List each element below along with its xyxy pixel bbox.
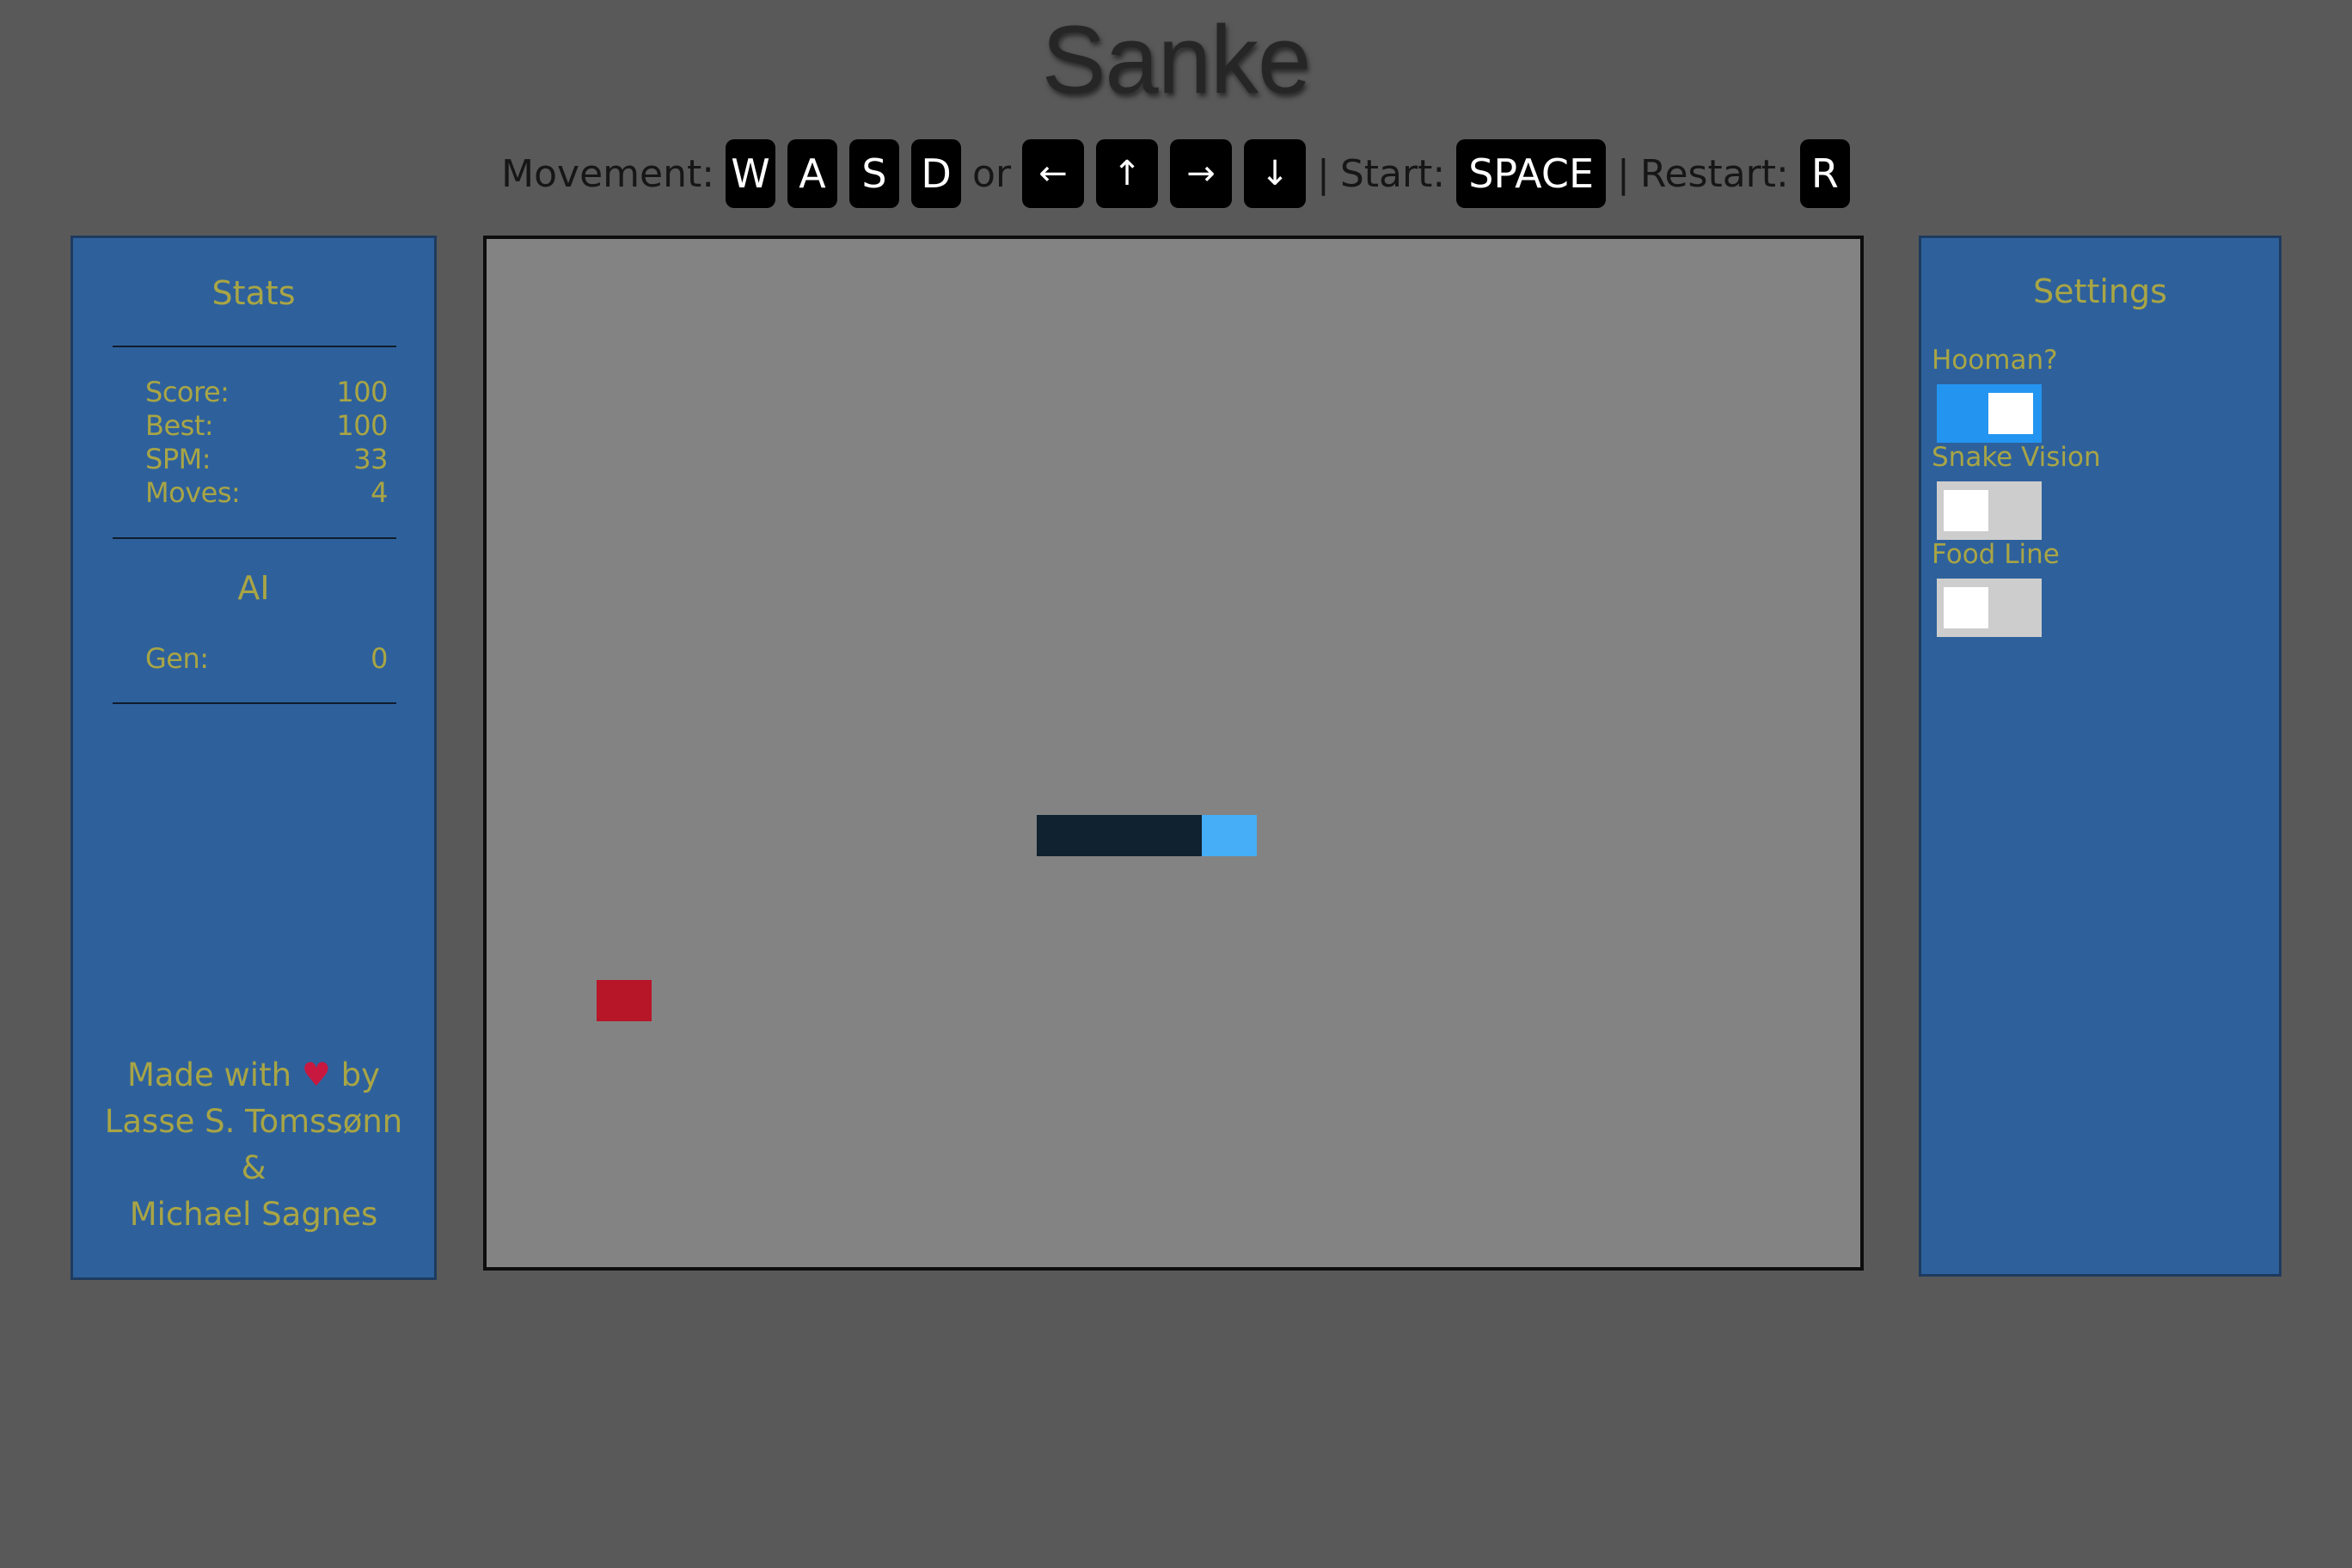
credits-line-1: Made with ♥ by <box>73 1051 434 1099</box>
key-down-arrow-icon: ↓ <box>1244 139 1307 208</box>
stat-label: SPM: <box>145 443 211 475</box>
ai-heading: AI <box>237 569 270 607</box>
start-label: Start: <box>1339 151 1446 196</box>
key-a: A <box>787 139 838 208</box>
author-2: Michael Sagnes <box>129 1196 378 1233</box>
setting-label-food-line: Food Line <box>1932 539 2060 570</box>
separator: | <box>1617 151 1630 196</box>
toggle-knob <box>1944 587 1988 628</box>
snake-head <box>1202 815 1257 856</box>
setting-label-snake-vision: Snake Vision <box>1932 442 2101 473</box>
settings-panel: Settings Hooman? Snake Vision Food Line <box>1919 236 2282 1277</box>
snake-body <box>1037 815 1202 856</box>
hooman-toggle[interactable] <box>1937 384 2042 443</box>
stats-panel: Stats Score: 100 Best: 100 SPM: 33 Moves… <box>70 236 437 1280</box>
stat-value: 100 <box>336 376 388 408</box>
setting-label-hooman: Hooman? <box>1932 345 2058 376</box>
by-text: by <box>340 1057 381 1093</box>
key-up-arrow-icon: ↑ <box>1096 139 1159 208</box>
made-with-text: Made with <box>126 1057 292 1093</box>
stat-value: 0 <box>371 642 388 675</box>
stats-heading: Stats <box>211 274 296 312</box>
divider <box>113 537 396 539</box>
ampersand: & <box>241 1149 266 1186</box>
stat-label: Gen: <box>145 642 209 675</box>
food <box>597 980 652 1021</box>
stat-row-moves: Moves: 4 <box>145 476 388 509</box>
heart-icon: ♥ <box>301 1056 331 1093</box>
credits: Made with ♥ by Lasse S. Tomssønn & Micha… <box>73 1051 434 1238</box>
food-line-toggle[interactable] <box>1937 579 2042 637</box>
divider <box>113 346 396 347</box>
key-w: W <box>726 139 776 208</box>
author-1: Lasse S. Tomssønn <box>104 1103 403 1140</box>
stat-row-gen: Gen: 0 <box>145 642 388 675</box>
stat-value: 100 <box>336 409 388 442</box>
key-d: D <box>911 139 962 208</box>
restart-label: Restart: <box>1639 151 1789 196</box>
key-space: SPACE <box>1456 139 1607 208</box>
toggle-knob <box>1988 393 2033 434</box>
controls-bar: Movement: W A S D or ← ↑ → ↓ | Start: SP… <box>0 139 2352 208</box>
separator: | <box>1317 151 1330 196</box>
game-board[interactable] <box>483 236 1864 1271</box>
settings-heading: Settings <box>2033 273 2167 310</box>
key-r: R <box>1799 139 1850 208</box>
stat-row-best: Best: 100 <box>145 409 388 442</box>
key-right-arrow-icon: → <box>1170 139 1233 208</box>
key-left-arrow-icon: ← <box>1022 139 1085 208</box>
snake-vision-toggle[interactable] <box>1937 481 2042 540</box>
movement-label: Movement: <box>501 151 715 196</box>
stat-label: Best: <box>145 409 214 442</box>
stat-label: Moves: <box>145 476 241 509</box>
divider <box>113 702 396 704</box>
stat-value: 4 <box>371 476 388 509</box>
page-title: Sanke <box>1041 6 1312 113</box>
or-label: or <box>972 151 1012 196</box>
stat-row-spm: SPM: 33 <box>145 443 388 475</box>
stat-value: 33 <box>353 443 388 475</box>
stat-row-score: Score: 100 <box>145 376 388 408</box>
key-s: S <box>849 139 900 208</box>
stat-label: Score: <box>145 376 230 408</box>
toggle-knob <box>1944 490 1988 531</box>
